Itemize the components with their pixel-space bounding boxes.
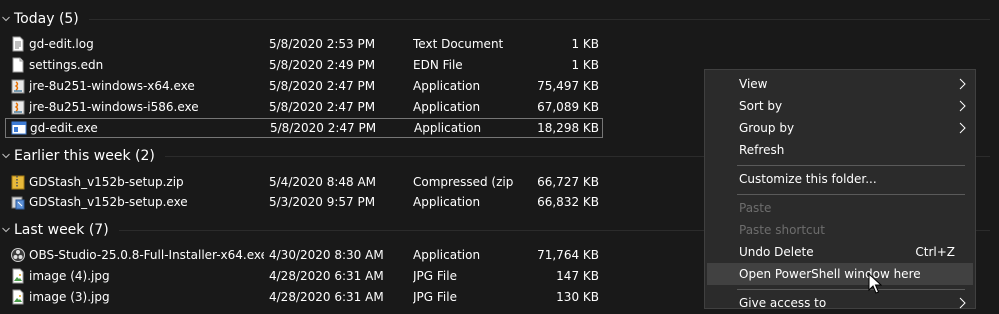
file-size: 67,089 KB — [537, 100, 599, 114]
file-name: OBS-Studio-25.0.8-Full-Installer-x64.exe — [29, 248, 264, 262]
image-file-icon — [12, 268, 24, 284]
image-file-icon — [12, 289, 24, 305]
mouse-cursor-icon — [868, 273, 882, 294]
file-date: 5/3/2020 9:57 PM — [269, 195, 376, 209]
file-date: 5/8/2020 2:47 PM — [270, 121, 377, 135]
file-date: 4/30/2020 8:30 AM — [269, 248, 384, 262]
menu-item-sort-by[interactable]: Sort by — [707, 95, 973, 117]
file-size: 75,497 KB — [537, 79, 599, 93]
menu-item-label: Give access to — [739, 296, 827, 310]
file-row-selected[interactable]: gd-edit.exe 5/8/2020 2:47 PM Application… — [5, 118, 603, 138]
menu-item-label: View — [739, 77, 768, 91]
menu-item-label: Refresh — [739, 143, 785, 157]
chevron-right-icon — [959, 297, 966, 309]
file-date: 4/28/2020 6:31 AM — [269, 290, 384, 304]
menu-item-paste: Paste — [707, 197, 973, 219]
context-menu: View Sort by Group by Refresh Customize … — [704, 69, 976, 310]
file-name: jre-8u251-windows-x64.exe — [29, 79, 195, 93]
file-date: 5/8/2020 2:47 PM — [269, 79, 376, 93]
file-row[interactable]: jre-8u251-windows-x64.exe 5/8/2020 2:47 … — [6, 76, 603, 96]
file-row[interactable]: OBS-Studio-25.0.8-Full-Installer-x64.exe… — [6, 245, 603, 265]
file-type: JPG File — [413, 269, 457, 283]
file-date: 4/28/2020 6:31 AM — [269, 269, 384, 283]
obs-installer-icon — [11, 248, 25, 262]
chevron-down-icon[interactable] — [1, 14, 11, 24]
file-type: JPG File — [413, 290, 457, 304]
menu-item-label: Undo Delete — [739, 245, 814, 259]
file-size: 1 KB — [571, 58, 599, 72]
chevron-right-icon — [959, 100, 966, 112]
file-date: 5/8/2020 2:47 PM — [269, 100, 376, 114]
menu-item-view[interactable]: View — [707, 73, 973, 95]
group-header-today[interactable]: Today (5) — [0, 8, 990, 30]
file-date: 5/8/2020 2:53 PM — [269, 37, 376, 51]
file-name: GDStash_v152b-setup.exe — [29, 195, 188, 209]
menu-item-open-powershell[interactable]: Open PowerShell window here — [707, 263, 973, 285]
file-row[interactable]: settings.edn 5/8/2020 2:49 PM EDN File 1… — [6, 55, 603, 75]
menu-separator — [737, 194, 965, 195]
file-name: image (4).jpg — [29, 269, 110, 283]
file-size: 18,298 KB — [537, 121, 599, 135]
file-name: GDStash_v152b-setup.zip — [29, 175, 184, 189]
zip-folder-icon — [11, 175, 25, 190]
file-size: 71,764 KB — [537, 248, 599, 262]
menu-item-label: Paste shortcut — [739, 223, 825, 237]
chevron-right-icon — [959, 78, 966, 90]
file-size: 130 KB — [556, 290, 599, 304]
file-size: 66,832 KB — [537, 195, 599, 209]
menu-item-label: Paste — [739, 201, 772, 215]
java-installer-icon — [11, 100, 25, 115]
file-name: jre-8u251-windows-i586.exe — [29, 100, 199, 114]
file-type: EDN File — [413, 58, 463, 72]
menu-item-refresh[interactable]: Refresh — [707, 139, 973, 161]
chevron-down-icon[interactable] — [1, 225, 11, 235]
menu-separator — [737, 165, 965, 166]
file-name: gd-edit.log — [29, 37, 94, 51]
file-date: 5/4/2020 8:48 AM — [269, 175, 377, 189]
file-type: Text Document — [413, 37, 504, 51]
file-name: settings.edn — [29, 58, 104, 72]
file-type: Application — [413, 100, 481, 114]
file-row[interactable]: GDStash_v152b-setup.zip 5/4/2020 8:48 AM… — [6, 172, 603, 192]
file-row[interactable]: jre-8u251-windows-i586.exe 5/8/2020 2:47… — [6, 97, 603, 117]
file-type: Application — [413, 248, 481, 262]
group-title: Today (5) — [14, 11, 79, 27]
group-divider — [88, 18, 990, 20]
file-date: 5/8/2020 2:49 PM — [269, 58, 376, 72]
menu-item-undo-delete[interactable]: Undo Delete Ctrl+Z — [707, 241, 973, 263]
group-title: Earlier this week (2) — [14, 148, 155, 164]
menu-item-label: Customize this folder... — [739, 172, 877, 186]
file-type: Application — [414, 121, 482, 135]
chevron-down-icon[interactable] — [1, 151, 11, 161]
file-row[interactable]: GDStash_v152b-setup.exe 5/3/2020 9:57 PM… — [6, 192, 603, 212]
menu-item-label: Open PowerShell window here — [739, 267, 921, 281]
file-size: 66,727 KB — [537, 175, 599, 189]
file-type: Compressed (zipp... — [413, 175, 513, 189]
file-name: gd-edit.exe — [30, 121, 98, 135]
text-file-icon — [12, 36, 24, 52]
shortcut-label: Ctrl+Z — [915, 245, 955, 259]
file-type: Application — [413, 195, 481, 209]
file-name: image (3).jpg — [29, 290, 110, 304]
file-row[interactable]: image (3).jpg 4/28/2020 6:31 AM JPG File… — [6, 287, 603, 307]
menu-item-give-access-to[interactable]: Give access to — [707, 292, 973, 314]
chevron-right-icon — [959, 122, 966, 134]
menu-item-paste-shortcut: Paste shortcut — [707, 219, 973, 241]
blank-file-icon — [12, 57, 24, 73]
menu-item-group-by[interactable]: Group by — [707, 117, 973, 139]
setup-installer-icon — [11, 196, 25, 210]
file-row[interactable]: image (4).jpg 4/28/2020 6:31 AM JPG File… — [6, 266, 603, 286]
menu-item-label: Sort by — [739, 99, 783, 113]
file-size: 147 KB — [556, 269, 599, 283]
file-type: Application — [413, 79, 481, 93]
menu-item-customize-folder[interactable]: Customize this folder... — [707, 168, 973, 190]
file-size: 1 KB — [571, 37, 599, 51]
java-installer-icon — [11, 79, 25, 94]
menu-item-label: Group by — [739, 121, 795, 135]
menu-separator — [737, 289, 965, 290]
group-title: Last week (7) — [14, 222, 109, 238]
file-row[interactable]: gd-edit.log 5/8/2020 2:53 PM Text Docume… — [6, 34, 603, 54]
application-window-icon — [11, 121, 27, 135]
